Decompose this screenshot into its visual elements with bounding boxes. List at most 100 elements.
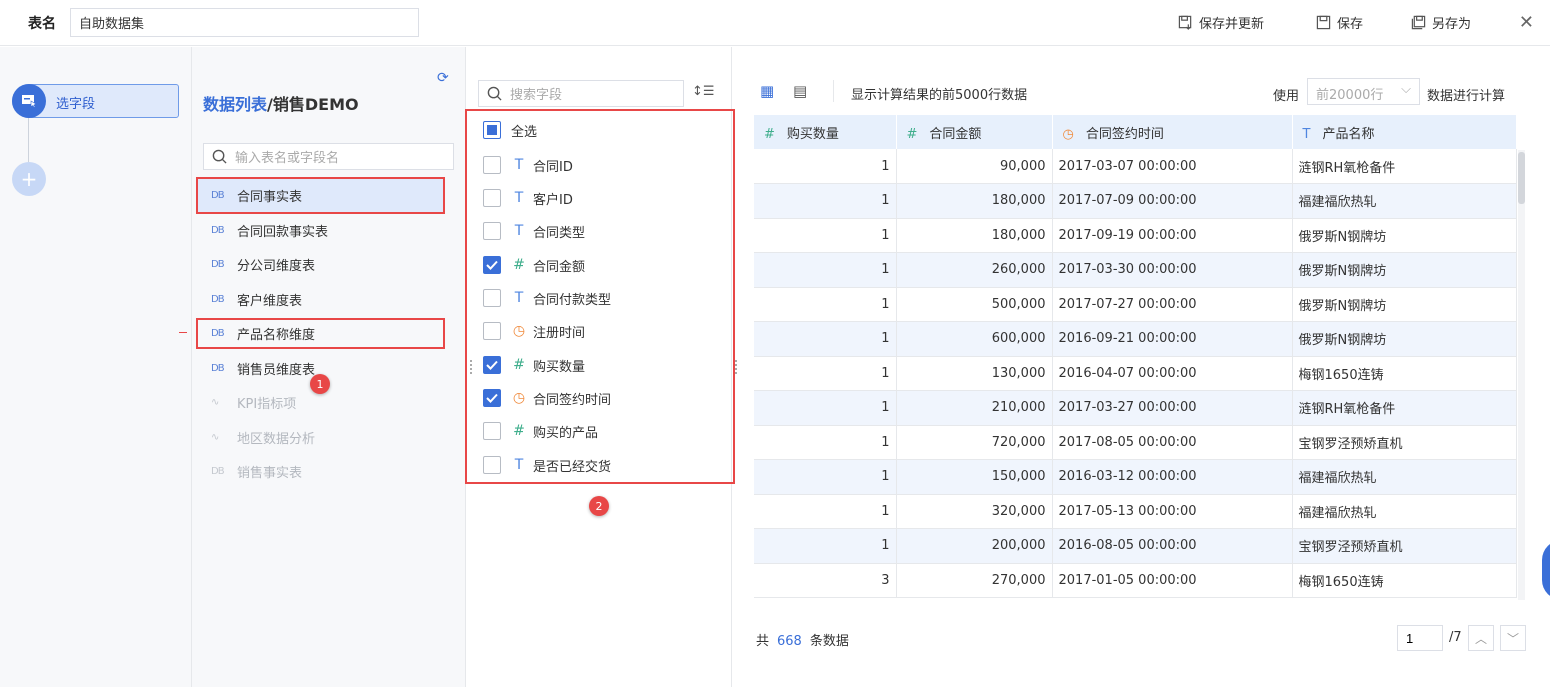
column-header-label: 产品名称 [1322,126,1375,142]
annotation-dash [179,332,187,333]
field-search-input[interactable]: 搜索字段 [478,80,684,107]
save-update-icon [1178,15,1192,30]
side-expand-tab[interactable] [1542,540,1550,600]
clock-icon: ◷ [1062,126,1074,142]
table-item-label: 分公司维度表 [237,258,316,274]
table-item[interactable]: DB 销售事实表 [211,461,302,481]
preview-info-text: 显示计算结果的前5000行数据 [851,88,1028,103]
table-cell: 270,000 [896,563,1053,598]
table-cell: 宝钢罗泾预矫直机 [1292,528,1517,564]
total-count: 共 668 条数据 [756,630,849,649]
table-cell: 180,000 [896,218,1053,253]
table-cell: 2017-08-05 00:00:00 [1052,425,1293,460]
close-icon[interactable]: ✕ [1519,12,1534,33]
scrollbar-thumb[interactable] [1518,152,1525,204]
table-cell: 3 [754,563,897,598]
table-icon: DB [211,465,225,477]
table-icon: DB [211,293,225,305]
page-down-icon[interactable]: ﹀ [1500,625,1526,651]
detail-view-icon[interactable]: ▤ [793,82,807,100]
step-connector [28,118,29,162]
table-cell: 600,000 [896,321,1053,357]
table-item[interactable]: ∿ KPI指标项 [211,392,296,412]
total-number: 668 [777,634,802,649]
table-cell: 1 [754,528,897,564]
number-type-icon: # [906,126,918,142]
table-row: 1 200,000 2016-08-05 00:00:00 宝钢罗泾预矫直机 [754,528,1517,564]
select-field-icon [12,84,46,118]
table-cell: 2016-04-07 00:00:00 [1052,356,1293,391]
table-cell: 180,000 [896,183,1053,219]
table-cell: 1 [754,425,897,460]
table-cell: 2017-07-27 00:00:00 [1052,287,1293,322]
table-name-input[interactable] [70,8,419,37]
column-header[interactable]: # 合同金额 [896,115,1053,149]
table-item-label: KPI指标项 [237,396,297,412]
save-and-update-button[interactable]: 保存并更新 [1178,13,1264,32]
table-item[interactable]: DB 分公司维度表 [211,254,315,274]
sort-icon[interactable]: ↕☰ [692,84,715,99]
table-cell: 1 [754,287,897,322]
table-cell: 1 [754,252,897,288]
page-input[interactable] [1397,625,1443,651]
save-icon [1316,15,1331,30]
table-item-label: 合同回款事实表 [237,224,329,240]
table-row: 1 210,000 2017-03-27 00:00:00 涟钢RH氧枪备件 [754,390,1517,426]
table-icon: DB [211,224,225,236]
annotation-badge-1: 1 [310,374,330,394]
column-header[interactable]: ◷ 合同签约时间 [1052,115,1293,149]
table-name-label: 表名 [28,16,56,32]
table-item[interactable]: ∿ 地区数据分析 [211,427,315,447]
table-cell: 1 [754,149,897,184]
table-item[interactable]: DB 客户维度表 [211,289,302,309]
table-cell: 梅钢1650连铸 [1292,563,1517,598]
field-search-placeholder: 搜索字段 [510,88,563,103]
page-up-icon[interactable]: ︿ [1468,625,1494,651]
analysis-icon: ∿ [211,431,219,443]
table-cell: 2017-07-09 00:00:00 [1052,183,1293,219]
resize-handle-right[interactable] [735,360,738,374]
use-label: 使用 [1273,89,1300,104]
table-cell: 福建福欣热轧 [1292,459,1517,495]
table-cell: 2017-01-05 00:00:00 [1052,563,1293,598]
column-header[interactable]: T 产品名称 [1292,115,1517,149]
save-as-icon [1411,15,1426,30]
table-cell: 1 [754,459,897,495]
plus-icon[interactable]: + [12,162,46,196]
table-row: 1 150,000 2016-03-12 00:00:00 福建福欣热轧 [754,459,1517,495]
column-header-label: 合同签约时间 [1085,126,1164,142]
grid-view-icon[interactable]: ▦ [760,82,774,100]
table-cell: 俄罗斯N钢牌坊 [1292,218,1517,253]
breadcrumb-root[interactable]: 数据列表 [203,95,267,114]
vertical-scrollbar[interactable] [1518,150,1525,600]
table-cell: 2016-03-12 00:00:00 [1052,459,1293,495]
breadcrumb-current: 销售DEMO [272,95,359,114]
row-limit-select[interactable]: 前20000行 [1307,78,1420,105]
table-cell: 200,000 [896,528,1053,564]
table-row: 1 130,000 2016-04-07 00:00:00 梅钢1650连铸 [754,356,1517,391]
table-row: 1 720,000 2017-08-05 00:00:00 宝钢罗泾预矫直机 [754,425,1517,460]
save-button[interactable]: 保存 [1316,13,1363,32]
table-item-label: 地区数据分析 [237,431,316,447]
table-cell: 90,000 [896,149,1053,184]
table-item-label: 客户维度表 [237,293,303,309]
table-item-label: 销售员维度表 [237,362,316,378]
save-as-label: 另存为 [1432,17,1472,32]
table-cell: 涟钢RH氧枪备件 [1292,149,1517,184]
table-row: 1 180,000 2017-09-19 00:00:00 俄罗斯N钢牌坊 [754,218,1517,253]
refresh-icon[interactable]: ⟳ [437,70,449,86]
table-cell: 150,000 [896,459,1053,495]
save-as-button[interactable]: 另存为 [1411,13,1471,32]
table-cell: 俄罗斯N钢牌坊 [1292,321,1517,357]
table-cell: 2017-05-13 00:00:00 [1052,494,1293,529]
table-cell: 1 [754,218,897,253]
table-search-input[interactable]: 输入表名或字段名 [203,143,454,170]
column-header[interactable]: # 购买数量 [754,115,897,149]
table-row: 1 180,000 2017-07-09 00:00:00 福建福欣热轧 [754,183,1517,219]
table-cell: 2016-09-21 00:00:00 [1052,321,1293,357]
table-cell: 1 [754,356,897,391]
table-cell: 130,000 [896,356,1053,391]
column-header-label: 购买数量 [786,126,839,142]
table-item[interactable]: DB 销售员维度表 [211,358,315,378]
table-item[interactable]: DB 合同回款事实表 [211,220,328,240]
